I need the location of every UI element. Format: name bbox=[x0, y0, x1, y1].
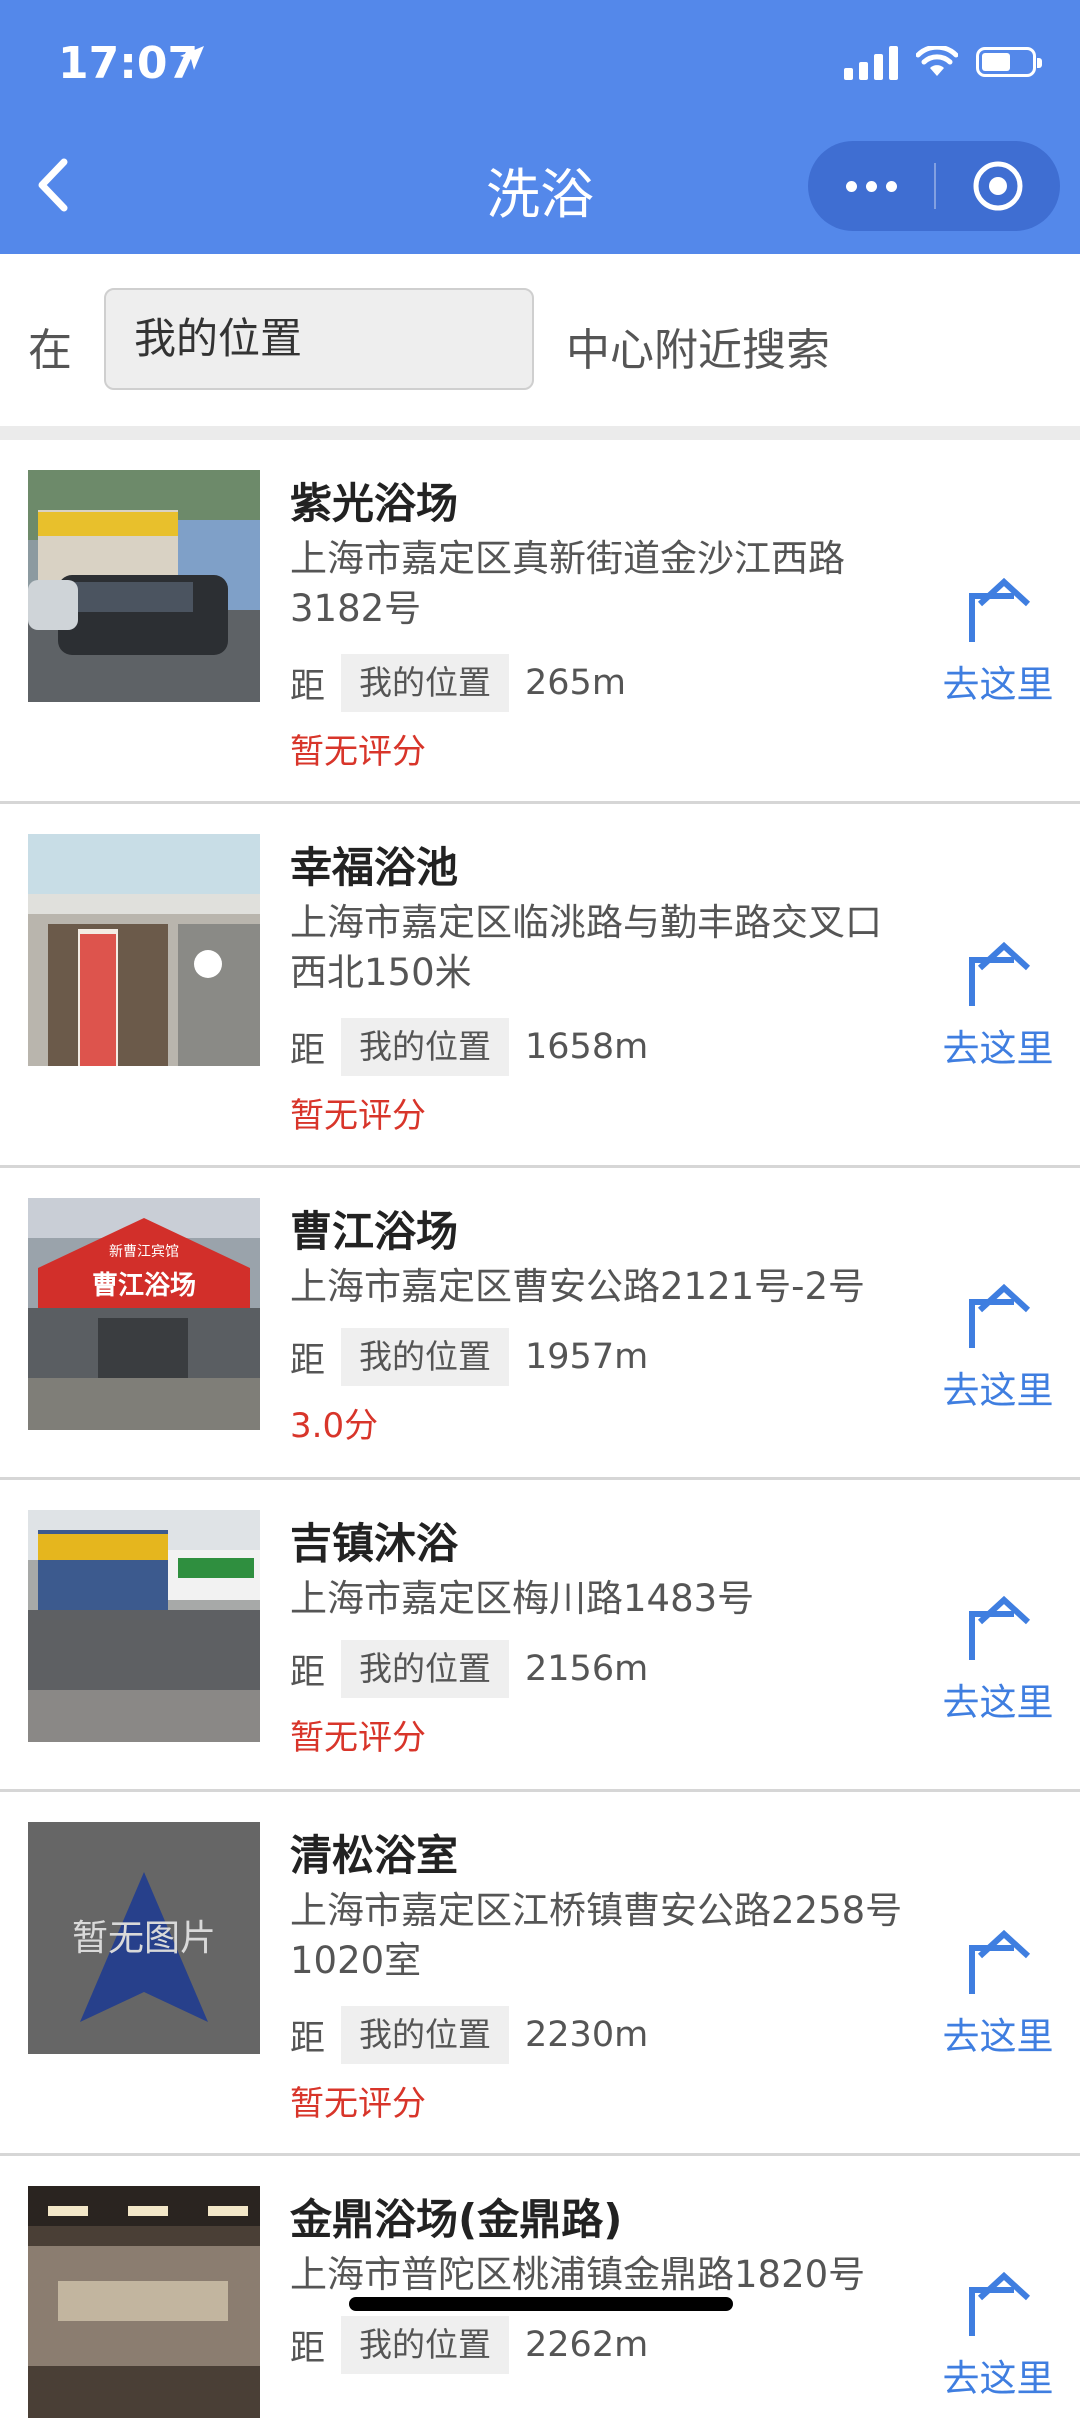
place-photo bbox=[28, 834, 260, 1066]
distance-value: 2262m bbox=[525, 2325, 649, 2365]
no-image-text: 暂无图片 bbox=[72, 1918, 216, 1959]
place-address: 上海市嘉定区真新街道金沙江西路3182号 bbox=[290, 537, 845, 630]
go-here-button[interactable]: 去这里 bbox=[928, 1906, 1068, 2066]
distance-prefix: 距 bbox=[290, 2328, 326, 2369]
distance-reference: 我的位置 bbox=[341, 1328, 510, 1386]
distance-prefix: 距 bbox=[290, 1340, 326, 1381]
place-name: 曹江浴场 bbox=[290, 1207, 459, 1256]
distance-row: 距 我的位置 2230m bbox=[290, 2006, 648, 2064]
list-item[interactable]: 暂无图片 清松浴室 上海市嘉定区江桥镇曹安公路2258号1020室 距 我的位置… bbox=[0, 1792, 1080, 2156]
go-here-label: 去这里 bbox=[942, 1681, 1054, 1724]
wifi-icon bbox=[916, 46, 958, 76]
go-here-label: 去这里 bbox=[942, 2357, 1054, 2400]
place-photo: 新曹江宾馆 曹江浴场 bbox=[28, 1198, 260, 1430]
battery-icon bbox=[976, 47, 1042, 77]
distance-reference: 我的位置 bbox=[341, 654, 510, 712]
rating-text: 暂无评分 bbox=[290, 1718, 426, 1758]
place-photo bbox=[28, 1510, 260, 1742]
place-address: 上海市嘉定区临洮路与勤丰路交叉口西北150米 bbox=[290, 901, 882, 994]
distance-value: 1658m bbox=[525, 1027, 649, 1067]
list-item[interactable]: 紫光浴场 上海市嘉定区真新街道金沙江西路3182号 距 我的位置 265m 暂无… bbox=[0, 440, 1080, 804]
distance-row: 距 我的位置 1658m bbox=[290, 1018, 648, 1076]
go-here-button[interactable]: 去这里 bbox=[928, 1572, 1068, 1732]
close-miniprogram-button[interactable] bbox=[936, 141, 1060, 231]
go-here-button[interactable]: 去这里 bbox=[928, 918, 1068, 1078]
place-photo bbox=[28, 470, 260, 702]
place-name: 清松浴室 bbox=[290, 1831, 459, 1880]
status-icons bbox=[844, 44, 1042, 80]
cellular-signal-icon bbox=[844, 44, 898, 80]
rating-text: 暂无评分 bbox=[290, 2084, 426, 2124]
distance-prefix: 距 bbox=[290, 1652, 326, 1693]
search-prefix-label: 在 bbox=[28, 325, 72, 376]
search-suffix-label: 中心附近搜索 bbox=[566, 325, 830, 376]
turn-right-arrow-icon bbox=[969, 941, 1031, 1006]
search-bar: 在 我的位置 中心附近搜索 bbox=[0, 254, 1080, 426]
list-item[interactable]: 幸福浴池 上海市嘉定区临洮路与勤丰路交叉口西北150米 距 我的位置 1658m… bbox=[0, 804, 1080, 1168]
place-name: 吉镇沐浴 bbox=[290, 1519, 459, 1568]
place-name: 金鼎浴场(金鼎路) bbox=[290, 2195, 623, 2244]
go-here-label: 去这里 bbox=[942, 2015, 1054, 2058]
go-here-label: 去这里 bbox=[942, 663, 1054, 706]
list-item[interactable]: 金鼎浴场(金鼎路) 上海市普陀区桃浦镇金鼎路1820号 距 我的位置 2262m… bbox=[0, 2156, 1080, 2418]
target-icon bbox=[973, 161, 1023, 211]
location-arrow-icon bbox=[180, 46, 204, 70]
place-address: 上海市嘉定区江桥镇曹安公路2258号1020室 bbox=[290, 1889, 903, 1982]
go-here-button[interactable]: 去这里 bbox=[928, 1260, 1068, 1420]
top-bar: 17:07 洗浴 bbox=[0, 0, 1080, 254]
turn-right-arrow-icon bbox=[969, 577, 1031, 642]
list-item[interactable]: 吉镇沐浴 上海市嘉定区梅川路1483号 距 我的位置 2156m 暂无评分 去这… bbox=[0, 1480, 1080, 1792]
place-address: 上海市嘉定区曹安公路2121号-2号 bbox=[290, 1265, 866, 1308]
turn-right-arrow-icon bbox=[969, 2271, 1031, 2336]
list-item[interactable]: 新曹江宾馆 曹江浴场 曹江浴场 上海市嘉定区曹安公路2121号-2号 距 我的位… bbox=[0, 1168, 1080, 1480]
photo-sign-top: 新曹江宾馆 bbox=[109, 1244, 179, 1260]
distance-prefix: 距 bbox=[290, 666, 326, 707]
section-divider bbox=[0, 426, 1080, 440]
turn-right-arrow-icon bbox=[969, 1595, 1031, 1660]
photo-sign: 曹江浴场 bbox=[92, 1271, 196, 1301]
place-address: 上海市普陀区桃浦镇金鼎路1820号 bbox=[290, 2253, 866, 2296]
go-here-label: 去这里 bbox=[942, 1369, 1054, 1412]
rating-text: 3.0分 bbox=[290, 1406, 379, 1446]
place-name: 紫光浴场 bbox=[290, 479, 459, 528]
distance-reference: 我的位置 bbox=[341, 1018, 510, 1076]
go-here-button[interactable]: 去这里 bbox=[928, 2248, 1068, 2408]
distance-value: 1957m bbox=[525, 1337, 649, 1377]
more-dots-icon bbox=[845, 180, 857, 192]
home-indicator[interactable] bbox=[349, 2297, 733, 2311]
distance-row: 距 我的位置 265m bbox=[290, 654, 626, 712]
go-here-label: 去这里 bbox=[942, 1027, 1054, 1070]
distance-value: 2156m bbox=[525, 1649, 649, 1689]
location-input[interactable]: 我的位置 bbox=[104, 288, 534, 390]
go-here-button[interactable]: 去这里 bbox=[928, 554, 1068, 714]
distance-row: 距 我的位置 1957m bbox=[290, 1328, 648, 1386]
turn-right-arrow-icon bbox=[969, 1929, 1031, 1994]
distance-value: 265m bbox=[525, 663, 626, 703]
rating-text: 暂无评分 bbox=[290, 1096, 426, 1136]
place-name: 幸福浴池 bbox=[290, 843, 459, 892]
rating-text: 暂无评分 bbox=[290, 732, 426, 772]
distance-reference: 我的位置 bbox=[341, 1640, 510, 1698]
distance-reference: 我的位置 bbox=[341, 2316, 510, 2374]
place-address: 上海市嘉定区梅川路1483号 bbox=[290, 1577, 755, 1620]
distance-prefix: 距 bbox=[290, 2018, 326, 2059]
distance-row: 距 我的位置 2262m bbox=[290, 2316, 648, 2374]
mini-program-capsule bbox=[808, 141, 1060, 231]
more-button[interactable] bbox=[808, 141, 934, 231]
distance-prefix: 距 bbox=[290, 1030, 326, 1071]
distance-reference: 我的位置 bbox=[341, 2006, 510, 2064]
place-photo bbox=[28, 2186, 260, 2418]
distance-value: 2230m bbox=[525, 2015, 649, 2055]
turn-right-arrow-icon bbox=[969, 1283, 1031, 1348]
no-image-placeholder: 暂无图片 bbox=[28, 1822, 260, 2054]
distance-row: 距 我的位置 2156m bbox=[290, 1640, 648, 1698]
